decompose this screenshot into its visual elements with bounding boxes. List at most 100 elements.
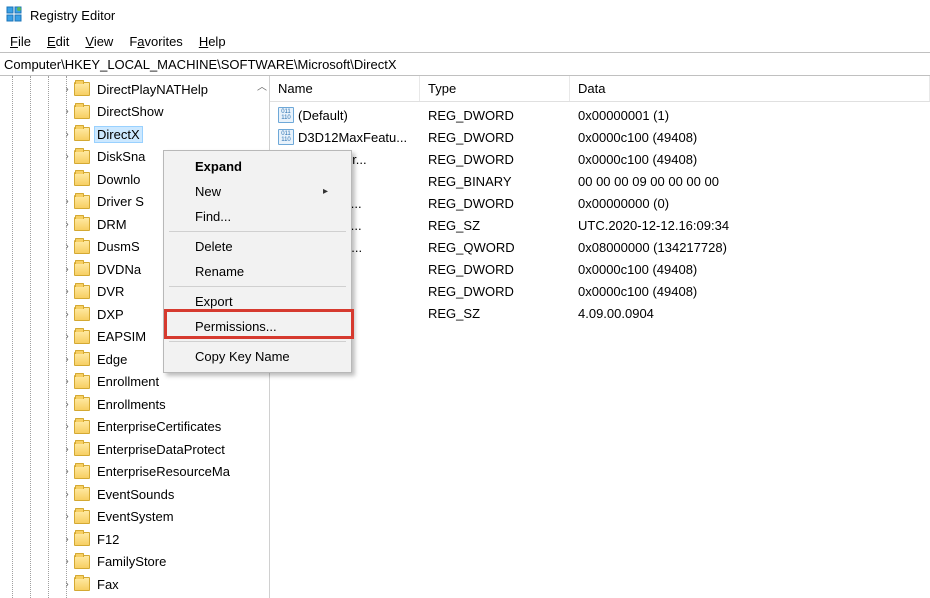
list-rows: 011110(Default)REG_DWORD0x00000001 (1)01… <box>270 102 930 324</box>
list-row[interactable]: 011110tureLevelREG_DWORD0x0000c100 (4940… <box>270 258 930 280</box>
ctx-rename[interactable]: Rename <box>167 259 348 284</box>
list-row[interactable]: 011110MinFeatur...REG_DWORD0x0000c100 (4… <box>270 148 930 170</box>
value-data-cell: 0x0000c100 (49408) <box>570 262 930 277</box>
tree-item[interactable]: ›Enrollments <box>0 393 269 416</box>
ctx-export[interactable]: Export <box>167 289 348 314</box>
value-name: D3D12MaxFeatu... <box>298 130 407 145</box>
list-row[interactable]: 011110tureLevelREG_DWORD0x0000c100 (4940… <box>270 280 930 302</box>
col-header-data[interactable]: Data <box>570 76 930 101</box>
folder-icon <box>74 442 90 456</box>
tree-item[interactable]: › F12 <box>0 528 269 551</box>
folder-icon <box>74 195 90 209</box>
expand-arrow-icon[interactable]: › <box>60 241 74 252</box>
list-row[interactable]: 011110laterStart...REG_SZUTC.2020-12-12.… <box>270 214 930 236</box>
reg-value-icon: 011110 <box>278 129 294 145</box>
folder-icon <box>74 397 90 411</box>
tree-item-label: EnterpriseDataProtect <box>94 441 228 458</box>
tree-item-label: F12 <box>94 531 122 548</box>
address-bar[interactable]: Computer\HKEY_LOCAL_MACHINE\SOFTWARE\Mic… <box>0 52 930 76</box>
value-data-cell: 0x0000c100 (49408) <box>570 284 930 299</box>
menu-favorites[interactable]: Favorites <box>121 32 190 51</box>
value-data-cell: 0x0000c100 (49408) <box>570 130 930 145</box>
menu-file[interactable]: File <box>2 32 39 51</box>
tree-item[interactable]: ›EventSystem <box>0 506 269 529</box>
value-type-cell: REG_BINARY <box>420 174 570 189</box>
expand-arrow-icon[interactable]: › <box>60 489 74 500</box>
tree-item-label: DXP <box>94 306 127 323</box>
expand-arrow-icon[interactable]: › <box>60 84 74 95</box>
menu-view[interactable]: View <box>77 32 121 51</box>
expand-arrow-icon[interactable]: › <box>60 579 74 590</box>
tree-item-label: FamilyStore <box>94 553 169 570</box>
value-type-cell: REG_SZ <box>420 306 570 321</box>
expand-arrow-icon[interactable]: › <box>60 556 74 567</box>
tree-item-label: Driver S <box>94 193 147 210</box>
expand-arrow-icon[interactable]: › <box>60 196 74 207</box>
folder-icon <box>74 240 90 254</box>
expand-arrow-icon[interactable]: › <box>60 331 74 342</box>
list-row[interactable]: 011110dVersionREG_BINARY00 00 00 09 00 0… <box>270 170 930 192</box>
folder-icon <box>74 82 90 96</box>
expand-arrow-icon[interactable]: › <box>60 129 74 140</box>
list-row[interactable]: 011110laterStart...REG_DWORD0x00000000 (… <box>270 192 930 214</box>
folder-icon <box>74 217 90 231</box>
expand-arrow-icon[interactable]: › <box>60 421 74 432</box>
expand-arrow-icon[interactable]: › <box>60 376 74 387</box>
list-row[interactable]: 011110(Default)REG_DWORD0x00000001 (1) <box>270 104 930 126</box>
ctx-new[interactable]: New ▸ <box>167 179 348 204</box>
tree-item[interactable]: ›DirectShow <box>0 101 269 124</box>
folder-icon <box>74 375 90 389</box>
ctx-find[interactable]: Find... <box>167 204 348 229</box>
ctx-permissions[interactable]: Permissions... <box>167 314 348 339</box>
folder-icon <box>74 555 90 569</box>
tree-item[interactable]: ›Enrollment <box>0 371 269 394</box>
menu-edit[interactable]: Edit <box>39 32 77 51</box>
ctx-delete[interactable]: Delete <box>167 234 348 259</box>
col-header-type[interactable]: Type <box>420 76 570 101</box>
tree-item[interactable]: › EnterpriseDataProtect <box>0 438 269 461</box>
folder-icon <box>74 330 90 344</box>
tree-item[interactable]: ›EnterpriseCertificates <box>0 416 269 439</box>
expand-arrow-icon[interactable]: › <box>60 286 74 297</box>
tree-item-label: Downlo <box>94 171 143 188</box>
expand-arrow-icon[interactable]: › <box>60 534 74 545</box>
tree-item[interactable]: › EnterpriseResourceMa <box>0 461 269 484</box>
list-row[interactable]: 011110dicatedVi...REG_QWORD0x08000000 (1… <box>270 236 930 258</box>
tree-item[interactable]: ›Fax <box>0 573 269 596</box>
expand-arrow-icon[interactable]: › <box>60 264 74 275</box>
list-row[interactable]: 011110D3D12MaxFeatu...REG_DWORD0x0000c10… <box>270 126 930 148</box>
ctx-copy-key-name[interactable]: Copy Key Name <box>167 344 348 369</box>
expand-arrow-icon[interactable]: › <box>60 444 74 455</box>
value-name-cell: 011110(Default) <box>270 107 420 123</box>
ctx-expand[interactable]: Expand <box>167 154 348 179</box>
expand-arrow-icon[interactable]: › <box>60 354 74 365</box>
expand-arrow-icon[interactable]: › <box>60 466 74 477</box>
expand-arrow-icon[interactable]: › <box>60 511 74 522</box>
tree-item-label: DVDNa <box>94 261 144 278</box>
list-row[interactable]: 011110REG_SZ4.09.00.0904 <box>270 302 930 324</box>
tree-item-label: EnterpriseResourceMa <box>94 463 233 480</box>
submenu-arrow-icon: ▸ <box>323 186 328 197</box>
tree-item[interactable]: ›DirectX <box>0 123 269 146</box>
expand-arrow-icon[interactable]: › <box>60 106 74 117</box>
app-icon <box>6 6 22 25</box>
menu-help[interactable]: Help <box>191 32 234 51</box>
folder-icon <box>74 510 90 524</box>
tree-item[interactable]: › DirectPlayNATHelp <box>0 78 269 101</box>
tree-item[interactable]: › FamilyStore <box>0 551 269 574</box>
ctx-sep-2 <box>169 286 346 287</box>
expand-arrow-icon[interactable]: › <box>60 309 74 320</box>
value-data-cell: 00 00 00 09 00 00 00 00 <box>570 174 930 189</box>
list-header: Name Type Data <box>270 76 930 102</box>
expand-arrow-icon[interactable]: › <box>60 399 74 410</box>
folder-icon <box>74 532 90 546</box>
value-data-cell: 0x00000001 (1) <box>570 108 930 123</box>
col-header-name[interactable]: Name <box>270 76 420 101</box>
folder-icon <box>74 577 90 591</box>
value-data-cell: 0x08000000 (134217728) <box>570 240 930 255</box>
tree-item-label: DirectPlayNATHelp <box>94 81 211 98</box>
expand-arrow-icon[interactable]: › <box>60 151 74 162</box>
expand-arrow-icon[interactable]: › <box>60 219 74 230</box>
tree-item-label: DusmS <box>94 238 143 255</box>
tree-item[interactable]: ›EventSounds <box>0 483 269 506</box>
